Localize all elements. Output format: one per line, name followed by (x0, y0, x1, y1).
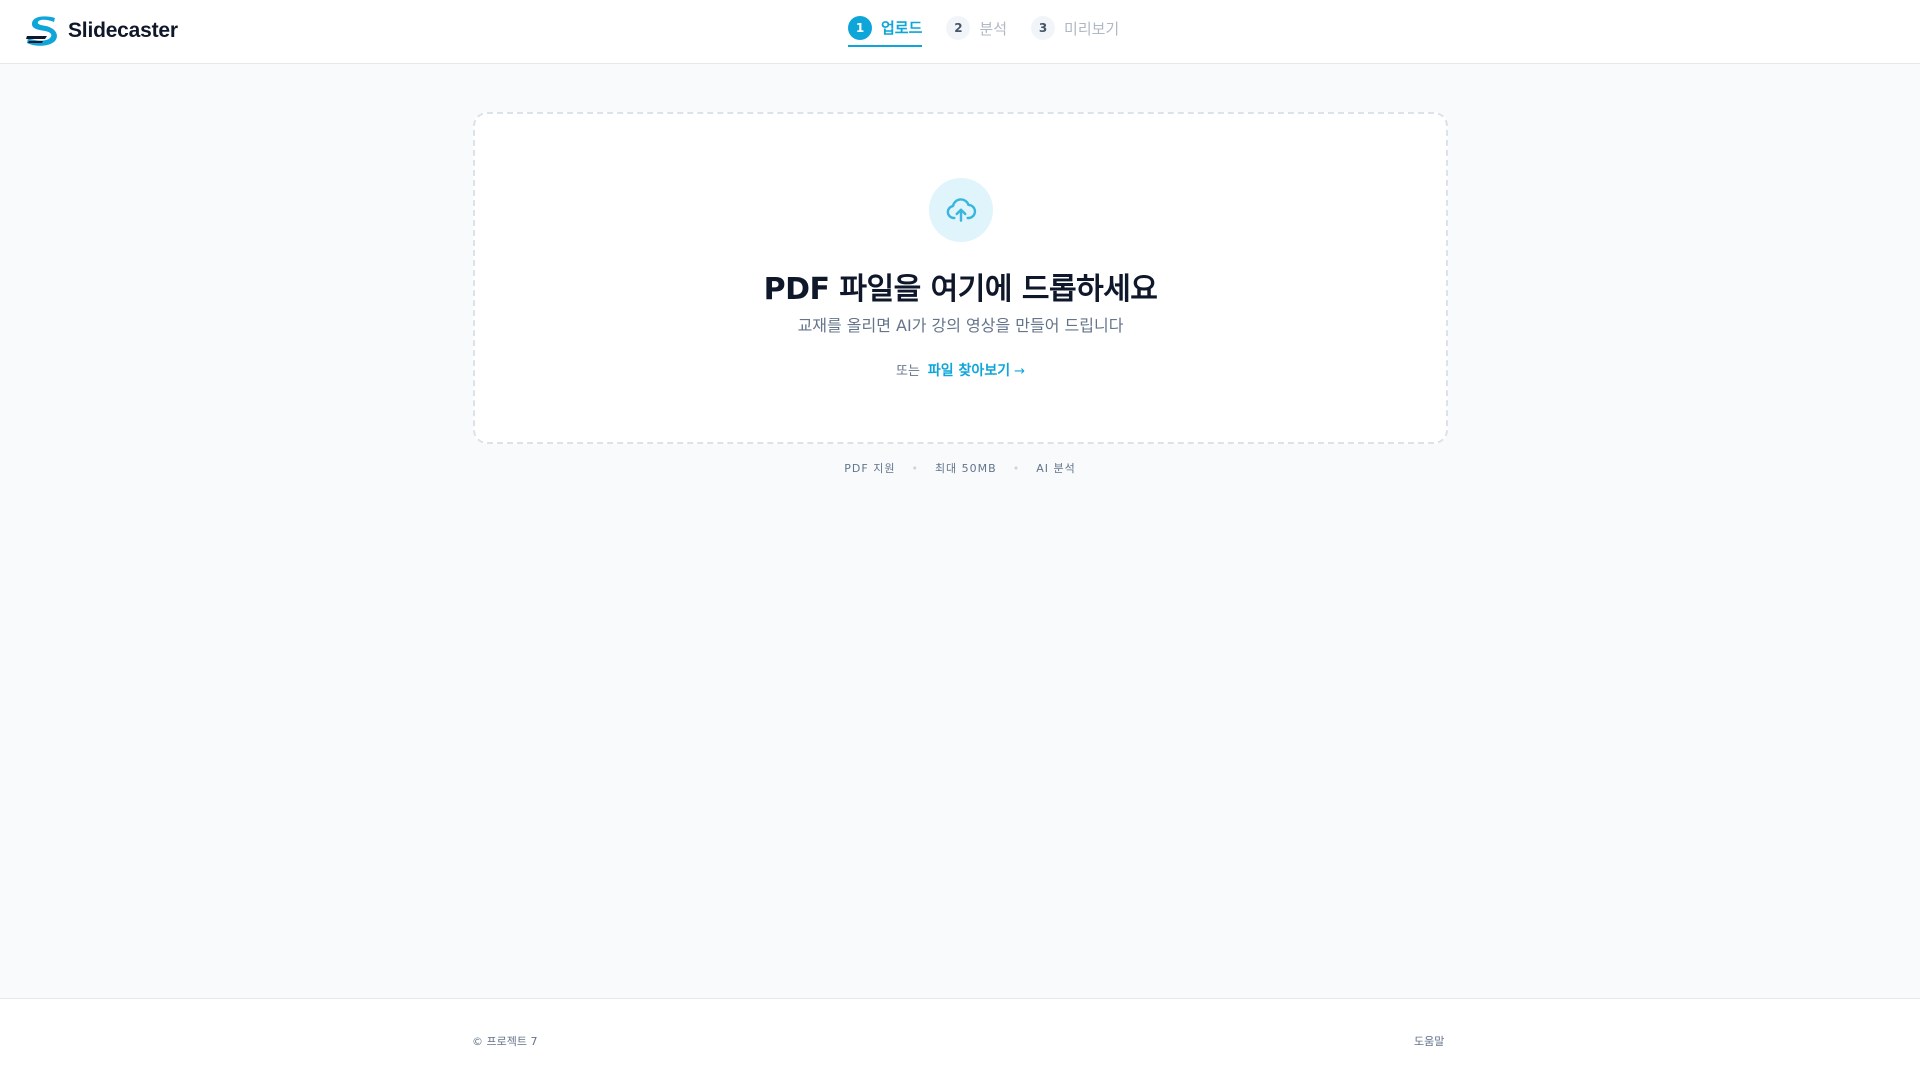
cloud-upload-icon (946, 198, 977, 222)
info-max-size: 최대 50MB (934, 462, 997, 475)
upload-icon-badge (929, 178, 993, 242)
step-label: 미리보기 (1064, 19, 1120, 38)
browse-files-link[interactable]: 파일 찾아보기 (928, 363, 1010, 379)
step-upload[interactable]: 1 업로드 (848, 15, 923, 47)
copyright-text: © 프로젝트 7 (472, 1035, 538, 1048)
step-number: 1 (848, 15, 872, 40)
slidecaster-logo-icon (26, 16, 57, 46)
info-ai-analysis: AI 분석 (1036, 462, 1076, 475)
step-label: 업로드 (881, 19, 923, 37)
upload-info: PDF 지원 • 최대 50MB • AI 분석 (0, 460, 1920, 476)
step-indicator: 1 업로드 2 분석 3 미리보기 (848, 15, 1143, 47)
dropzone-subtitle: 교재를 올리면 AI가 강의 영상을 만들어 드립니다 (797, 316, 1124, 335)
step-number: 2 (946, 16, 971, 40)
separator-dot: • (1012, 462, 1021, 475)
step-preview[interactable]: 3 미리보기 (1031, 16, 1119, 46)
pdf-dropzone[interactable]: PDF 파일을 여기에 드롭하세요 교재를 올리면 AI가 강의 영상을 만들어… (473, 112, 1448, 444)
logo-text: Slidecaster (68, 19, 178, 42)
browse-row: 또는 파일 찾아보기 → (475, 360, 1446, 380)
step-number: 3 (1031, 16, 1056, 40)
separator-dot: • (911, 462, 919, 475)
app-header: Slidecaster 1 업로드 2 분석 3 미리보기 (0, 0, 1920, 64)
info-pdf-support: PDF 지원 (844, 462, 896, 475)
step-label: 분석 (979, 19, 1008, 38)
help-link[interactable]: 도움말 (1414, 1033, 1444, 1049)
app-footer: © 프로젝트 7 도움말 (0, 998, 1920, 1080)
arrow-right-icon: → (1014, 364, 1025, 379)
dropzone-title: PDF 파일을 여기에 드롭하세요 (763, 272, 1158, 307)
logo[interactable]: Slidecaster (25, 14, 178, 48)
or-text: 또는 (896, 364, 920, 379)
step-analysis[interactable]: 2 분석 (946, 16, 1007, 46)
